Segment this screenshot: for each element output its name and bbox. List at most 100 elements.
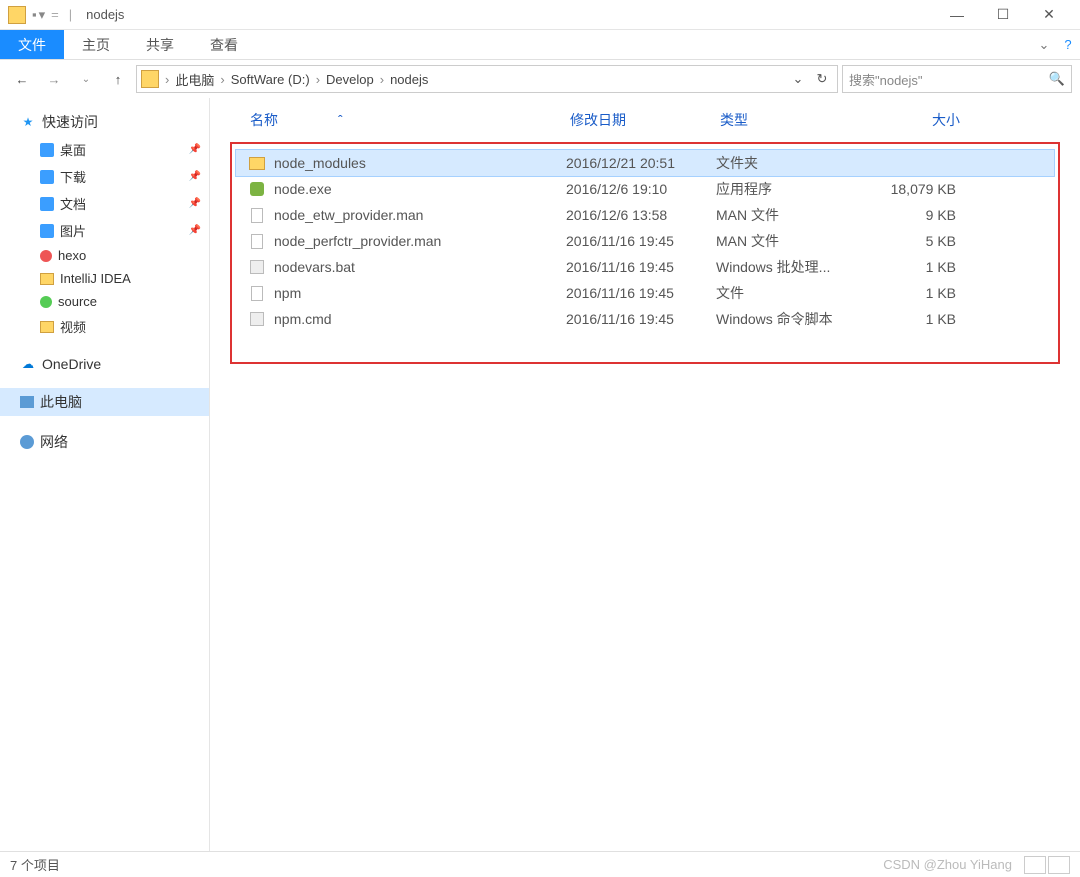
sidebar-network[interactable]: 网络 xyxy=(0,428,209,456)
up-button[interactable]: ↑ xyxy=(104,65,132,93)
cloud-icon: ☁ xyxy=(20,356,36,372)
blue-icon xyxy=(40,224,54,238)
file-row[interactable]: npm2016/11/16 19:45文件1 KB xyxy=(236,280,1054,306)
file-size: 1 KB xyxy=(866,311,956,327)
file-name: node_perfctr_provider.man xyxy=(274,233,566,249)
search-icon[interactable]: 🔍 xyxy=(1049,71,1065,87)
file-pane: 名称ˆ 修改日期 类型 大小 node_modules2016/12/21 20… xyxy=(210,98,1080,851)
sidebar-item-label: 视频 xyxy=(60,317,86,336)
sidebar-item[interactable]: 桌面 📌 xyxy=(0,136,209,163)
green-icon xyxy=(40,296,52,308)
ribbon-expand-icon[interactable]: ⌄ xyxy=(1032,30,1056,59)
file-row[interactable]: node_modules2016/12/21 20:51文件夹 xyxy=(236,150,1054,176)
pin-icon: 📌 xyxy=(189,144,201,155)
view-icons-button[interactable] xyxy=(1048,856,1070,874)
column-date[interactable]: 修改日期 xyxy=(570,110,720,130)
sidebar-quick-access[interactable]: ★ 快速访问 xyxy=(0,108,209,136)
sidebar-item-label: IntelliJ IDEA xyxy=(60,271,131,286)
file-row[interactable]: nodevars.bat2016/11/16 19:45Windows 批处理.… xyxy=(236,254,1054,280)
breadcrumb-item[interactable]: nodejs xyxy=(384,72,434,87)
breadcrumb-item[interactable]: Develop xyxy=(320,72,380,87)
file-name: node_modules xyxy=(274,155,566,171)
blue-icon xyxy=(40,197,54,211)
tab-view[interactable]: 查看 xyxy=(192,30,256,59)
qat-button[interactable]: ▾ xyxy=(39,7,46,23)
file-icon xyxy=(248,232,266,250)
file-type: MAN 文件 xyxy=(716,231,866,251)
item-count: 7 个项目 xyxy=(10,855,60,874)
file-size: 1 KB xyxy=(866,285,956,301)
file-type: 应用程序 xyxy=(716,179,866,199)
file-icon xyxy=(248,284,266,302)
search-placeholder: 搜索"nodejs" xyxy=(849,70,923,89)
sort-asc-icon: ˆ xyxy=(338,112,343,128)
column-size[interactable]: 大小 xyxy=(870,110,960,130)
folder-icon xyxy=(248,154,266,172)
file-size: 5 KB xyxy=(866,233,956,249)
tab-home[interactable]: 主页 xyxy=(64,30,128,59)
folder-icon xyxy=(40,321,54,333)
window-title: nodejs xyxy=(86,7,124,22)
tab-share[interactable]: 共享 xyxy=(128,30,192,59)
pin-icon: 📌 xyxy=(189,198,201,209)
separator: | xyxy=(69,7,72,22)
refresh-icon[interactable]: ↻ xyxy=(811,71,833,87)
minimize-button[interactable]: ― xyxy=(934,1,980,29)
sidebar-item[interactable]: 下载📌 xyxy=(0,163,209,190)
red-icon xyxy=(40,250,52,262)
recent-dropdown[interactable]: ⌄ xyxy=(72,65,100,93)
status-bar: 7 个项目 CSDN @Zhou YiHang xyxy=(0,851,1080,877)
file-row[interactable]: npm.cmd2016/11/16 19:45Windows 命令脚本1 KB xyxy=(236,306,1054,332)
sidebar-item-label: hexo xyxy=(58,248,86,263)
file-size: 1 KB xyxy=(866,259,956,275)
sidebar-item[interactable]: 视频 xyxy=(0,313,209,340)
ribbon: 文件 主页 共享 查看 ⌄ ? xyxy=(0,30,1080,60)
back-button[interactable]: ← xyxy=(8,65,36,93)
star-icon: ★ xyxy=(20,114,36,130)
breadcrumb-item[interactable]: SoftWare (D:) xyxy=(225,72,316,87)
sidebar-item[interactable]: 文档 📌 xyxy=(0,190,209,217)
file-row[interactable]: node.exe2016/12/6 19:10应用程序18,079 KB xyxy=(236,176,1054,202)
sidebar-onedrive[interactable]: ☁ OneDrive xyxy=(0,352,209,376)
blue-icon xyxy=(40,170,54,184)
breadcrumb-item[interactable]: 此电脑 xyxy=(169,70,220,89)
file-type: 文件夹 xyxy=(716,153,866,173)
sidebar-item[interactable]: IntelliJ IDEA xyxy=(0,267,209,290)
sidebar-item-label: 桌面 xyxy=(60,140,86,159)
file-type: 文件 xyxy=(716,283,866,303)
sidebar-item-label: 文档 xyxy=(60,194,86,213)
sidebar: ★ 快速访问 桌面 📌 下载📌 文档 📌 图片📌 hexo IntelliJ IDEA sour… xyxy=(0,98,210,851)
file-name: nodevars.bat xyxy=(274,259,566,275)
file-name: npm xyxy=(274,285,566,301)
sidebar-item-label: source xyxy=(58,294,97,309)
search-input[interactable]: 搜索"nodejs" 🔍 xyxy=(842,65,1072,93)
network-icon xyxy=(20,435,34,449)
address-bar[interactable]: › 此电脑 › SoftWare (D:) › Develop › nodejs… xyxy=(136,65,838,93)
file-date: 2016/11/16 19:45 xyxy=(566,311,716,327)
column-name[interactable]: 名称ˆ xyxy=(250,110,570,130)
file-list: node_modules2016/12/21 20:51文件夹node.exe2… xyxy=(230,142,1060,364)
separator: = xyxy=(51,7,59,22)
qat-button[interactable]: ▪ xyxy=(32,7,37,22)
maximize-button[interactable]: ☐ xyxy=(980,1,1026,29)
sidebar-item[interactable]: hexo xyxy=(0,244,209,267)
sidebar-item[interactable]: source xyxy=(0,290,209,313)
address-dropdown-icon[interactable]: ⌄ xyxy=(787,71,809,87)
close-button[interactable]: ✕ xyxy=(1026,1,1072,29)
folder-icon xyxy=(141,70,159,88)
file-row[interactable]: node_perfctr_provider.man2016/11/16 19:4… xyxy=(236,228,1054,254)
file-type: MAN 文件 xyxy=(716,205,866,225)
file-date: 2016/11/16 19:45 xyxy=(566,259,716,275)
forward-button[interactable]: → xyxy=(40,65,68,93)
folder-icon xyxy=(8,6,26,24)
file-row[interactable]: node_etw_provider.man2016/12/6 13:58MAN … xyxy=(236,202,1054,228)
view-details-button[interactable] xyxy=(1024,856,1046,874)
column-type[interactable]: 类型 xyxy=(720,110,870,130)
sidebar-item[interactable]: 图片📌 xyxy=(0,217,209,244)
folder-icon xyxy=(40,273,54,285)
tab-file[interactable]: 文件 xyxy=(0,30,64,59)
file-size: 18,079 KB xyxy=(866,181,956,197)
sidebar-this-pc[interactable]: 此电脑 xyxy=(0,388,209,416)
watermark: CSDN @Zhou YiHang xyxy=(883,857,1012,872)
help-icon[interactable]: ? xyxy=(1056,30,1080,59)
